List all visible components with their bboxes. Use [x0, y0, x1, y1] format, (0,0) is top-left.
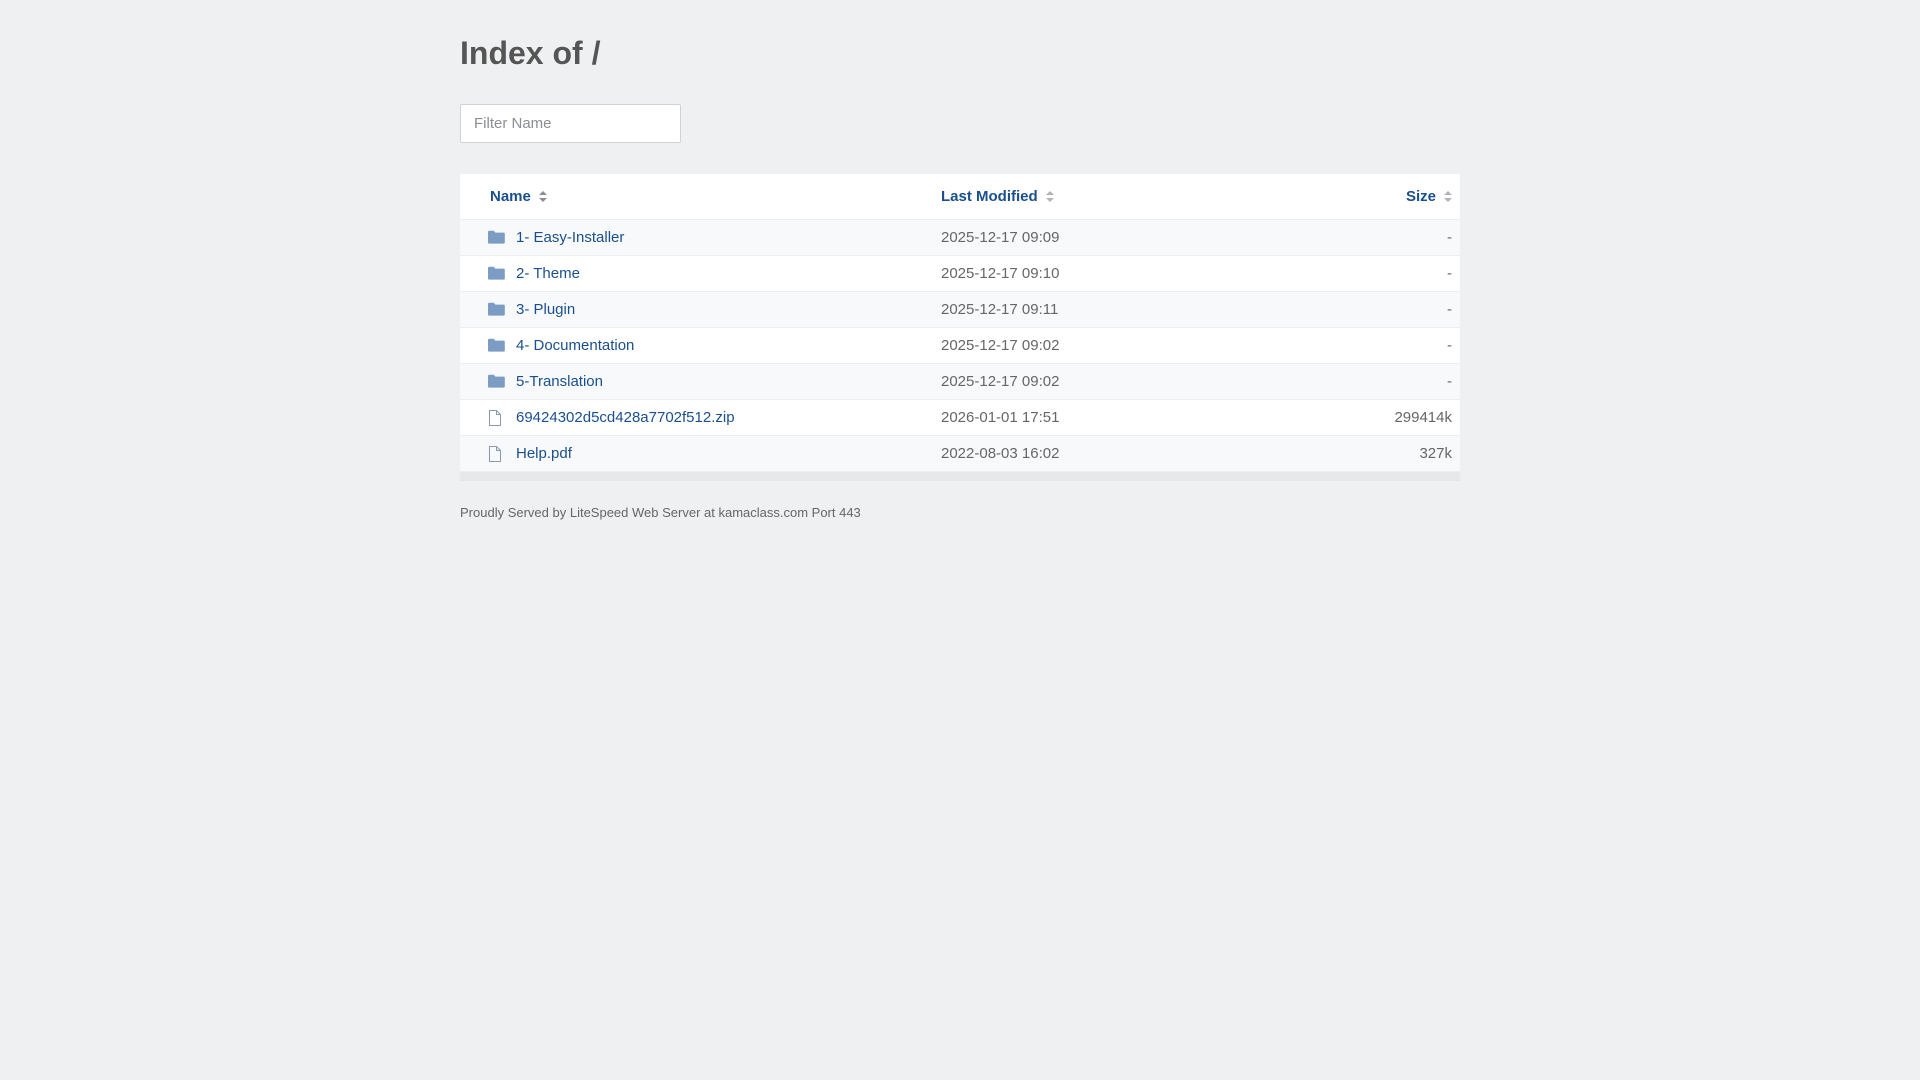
folder-link[interactable]: 4- Documentation: [516, 328, 634, 363]
table-header: Name Last Modified Size: [460, 174, 1460, 220]
size-value: -: [1447, 265, 1452, 282]
folder-icon: [488, 230, 506, 246]
table-row: 4- Documentation 2025-12-17 09:02 -: [460, 328, 1460, 364]
server-footer: Proudly Served by LiteSpeed Web Server a…: [460, 505, 861, 520]
size-value: -: [1447, 229, 1452, 246]
table-row: 1- Easy-Installer 2025-12-17 09:09 -: [460, 220, 1460, 256]
sort-arrows-icon: [538, 190, 547, 202]
folder-link[interactable]: 5-Translation: [516, 364, 603, 399]
folder-icon: [488, 266, 506, 282]
last-modified-value: 2025-12-17 09:09: [941, 229, 1060, 246]
column-header-last-modified[interactable]: Last Modified: [941, 174, 1054, 219]
file-listing-table: Name Last Modified Size 1- Easy-Installe…: [460, 174, 1460, 481]
filter-name-input[interactable]: [460, 104, 681, 143]
folder-icon: [488, 374, 506, 390]
size-value: 327k: [1419, 445, 1452, 462]
file-link[interactable]: Help.pdf: [516, 436, 572, 471]
file-icon: [488, 410, 506, 426]
last-modified-value: 2022-08-03 16:02: [941, 445, 1060, 462]
folder-icon: [488, 338, 506, 354]
size-value: -: [1447, 373, 1452, 390]
table-row: Help.pdf 2022-08-03 16:02 327k: [460, 436, 1460, 472]
file-link[interactable]: 69424302d5cd428a7702f512.zip: [516, 400, 735, 435]
last-modified-value: 2025-12-17 09:11: [941, 301, 1059, 318]
last-modified-value: 2025-12-17 09:02: [941, 337, 1060, 354]
last-modified-value: 2026-01-01 17:51: [941, 409, 1060, 426]
folder-link[interactable]: 1- Easy-Installer: [516, 220, 624, 255]
folder-icon: [488, 302, 506, 318]
column-header-name[interactable]: Name: [490, 174, 547, 219]
folder-link[interactable]: 3- Plugin: [516, 292, 575, 327]
column-header-size-label: Size: [1405, 188, 1436, 205]
column-header-size[interactable]: Size: [1406, 174, 1452, 219]
sort-arrows-icon: [1045, 190, 1054, 202]
table-body: 1- Easy-Installer 2025-12-17 09:09-2- The…: [460, 220, 1460, 472]
last-modified-value: 2025-12-17 09:02: [941, 373, 1060, 390]
size-value: 299414k: [1394, 409, 1452, 426]
last-modified-value: 2025-12-17 09:10: [941, 265, 1060, 282]
column-header-name-label: Name: [490, 188, 531, 205]
page-title: Index of /: [460, 35, 601, 71]
column-header-last-modified-label: Last Modified: [941, 188, 1038, 205]
table-row: 3- Plugin 2025-12-17 09:11 -: [460, 292, 1460, 328]
table-row: 5-Translation 2025-12-17 09:02 -: [460, 364, 1460, 400]
sort-arrows-icon: [1444, 190, 1452, 202]
table-row: 69424302d5cd428a7702f512.zip 2026-01-01 1…: [460, 400, 1460, 436]
folder-link[interactable]: 2- Theme: [516, 256, 580, 291]
size-value: -: [1447, 301, 1452, 318]
size-value: -: [1447, 337, 1452, 354]
table-row: 2- Theme 2025-12-17 09:10 -: [460, 256, 1460, 292]
file-icon: [488, 446, 506, 462]
